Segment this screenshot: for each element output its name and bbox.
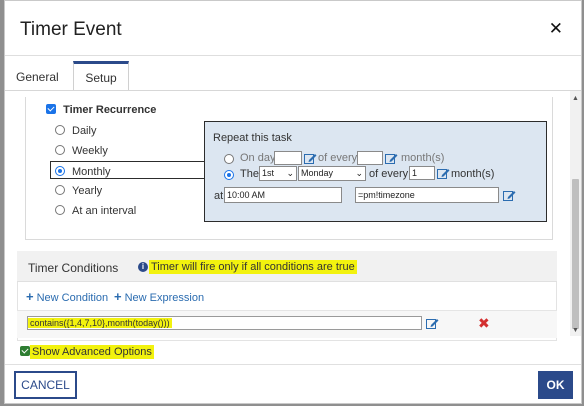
plus-icon: + bbox=[114, 289, 122, 304]
radio-icon bbox=[55, 145, 65, 155]
edit-icon[interactable] bbox=[385, 153, 398, 164]
weekday-select[interactable]: Monday ⌄ bbox=[298, 166, 366, 181]
radio-icon bbox=[55, 185, 65, 195]
radio-weekly[interactable]: Weekly bbox=[55, 145, 108, 157]
scroll-down-icon[interactable]: ▼ bbox=[572, 327, 579, 334]
radio-weekly-label: Weekly bbox=[72, 145, 108, 157]
tab-general[interactable]: General bbox=[16, 61, 59, 91]
on-day-input[interactable] bbox=[274, 151, 302, 165]
show-advanced-label: Show Advanced Options bbox=[30, 345, 154, 359]
timer-event-dialog: Timer Event ✕ General Setup ▲ ▼ Timer Re… bbox=[4, 0, 582, 404]
weekday-value: Monday bbox=[301, 168, 334, 178]
timezone-input[interactable]: =pm!timezone bbox=[355, 187, 499, 203]
tab-setup[interactable]: Setup bbox=[73, 61, 129, 91]
scroll-thumb[interactable] bbox=[572, 179, 579, 329]
timezone-value: =pm!timezone bbox=[358, 190, 415, 200]
time-value: 10:00 AM bbox=[227, 190, 266, 200]
edit-icon[interactable] bbox=[437, 168, 450, 179]
conditions-note: Timer will fire only if all conditions a… bbox=[149, 260, 357, 274]
radio-interval-label: At an interval bbox=[72, 205, 137, 217]
edit-icon[interactable] bbox=[304, 153, 317, 164]
tab-divider bbox=[5, 90, 581, 91]
radio-yearly[interactable]: Yearly bbox=[55, 185, 102, 197]
info-icon: i bbox=[138, 262, 148, 272]
cancel-button[interactable]: CANCEL bbox=[14, 371, 77, 399]
dialog-title: Timer Event bbox=[20, 19, 122, 40]
delete-icon[interactable]: ✖ bbox=[478, 316, 490, 330]
radio-daily-label: Daily bbox=[72, 125, 97, 137]
radio-monthly-label: Monthly bbox=[72, 166, 111, 178]
edit-icon[interactable] bbox=[503, 190, 516, 201]
checkbox-checked-icon bbox=[20, 346, 30, 356]
tab-bar: General Setup bbox=[5, 61, 581, 91]
new-expression-link[interactable]: + New Expression bbox=[114, 289, 204, 304]
repeat-task-title: Repeat this task bbox=[213, 132, 292, 144]
time-input[interactable]: 10:00 AM bbox=[224, 187, 342, 203]
radio-daily[interactable]: Daily bbox=[55, 125, 96, 137]
new-condition-label: New Condition bbox=[36, 292, 109, 304]
close-icon[interactable]: ✕ bbox=[549, 19, 563, 39]
scrollbar[interactable]: ▲ ▼ bbox=[570, 91, 581, 336]
the-label: The bbox=[240, 168, 259, 180]
repeat-task-panel: Repeat this task On day of every month(s… bbox=[204, 121, 547, 222]
ordinal-select[interactable]: 1st ⌄ bbox=[259, 166, 297, 181]
on-day-label: On day bbox=[240, 152, 276, 164]
radio-yearly-label: Yearly bbox=[72, 185, 103, 197]
of-every-label: of every bbox=[318, 152, 358, 164]
new-expression-label: New Expression bbox=[124, 292, 205, 304]
header-divider bbox=[5, 55, 581, 56]
radio-icon bbox=[55, 205, 65, 215]
new-condition-link[interactable]: + New Condition bbox=[26, 289, 108, 304]
every-input[interactable]: 1 bbox=[409, 166, 435, 180]
months-label-2: month(s) bbox=[451, 168, 495, 180]
timer-recurrence-label: Timer Recurrence bbox=[63, 104, 157, 116]
condition-expression-value: contains({1,4,7,10},month(today())) bbox=[28, 318, 172, 328]
plus-icon: + bbox=[26, 289, 34, 304]
timer-recurrence-checkbox[interactable]: Timer Recurrence bbox=[46, 104, 156, 116]
ok-button[interactable]: OK bbox=[538, 371, 573, 399]
show-advanced-checkbox[interactable]: Show Advanced Options bbox=[20, 345, 154, 359]
footer-divider bbox=[5, 364, 581, 365]
at-label: at bbox=[214, 190, 224, 202]
months-label: month(s) bbox=[401, 152, 445, 164]
chevron-down-icon: ⌄ bbox=[355, 168, 363, 178]
radio-monthly[interactable]: Monthly bbox=[55, 166, 111, 178]
condition-expression-input[interactable]: contains({1,4,7,10},month(today())) bbox=[27, 316, 422, 330]
radio-icon bbox=[55, 125, 65, 135]
radio-on-day[interactable] bbox=[224, 154, 234, 164]
chevron-down-icon: ⌄ bbox=[286, 168, 294, 178]
timer-conditions-title: Timer Conditions bbox=[28, 261, 119, 275]
of-every-label-2: of every bbox=[369, 168, 409, 180]
radio-the[interactable] bbox=[224, 170, 234, 180]
scroll-up-icon[interactable]: ▲ bbox=[572, 95, 579, 102]
radio-selected-icon bbox=[55, 166, 65, 176]
checkbox-checked-icon bbox=[46, 104, 56, 114]
every-value: 1 bbox=[412, 168, 418, 178]
edit-icon[interactable] bbox=[426, 318, 439, 329]
ordinal-value: 1st bbox=[262, 168, 275, 178]
radio-interval[interactable]: At an interval bbox=[55, 205, 136, 217]
every-months-input[interactable] bbox=[357, 151, 383, 165]
